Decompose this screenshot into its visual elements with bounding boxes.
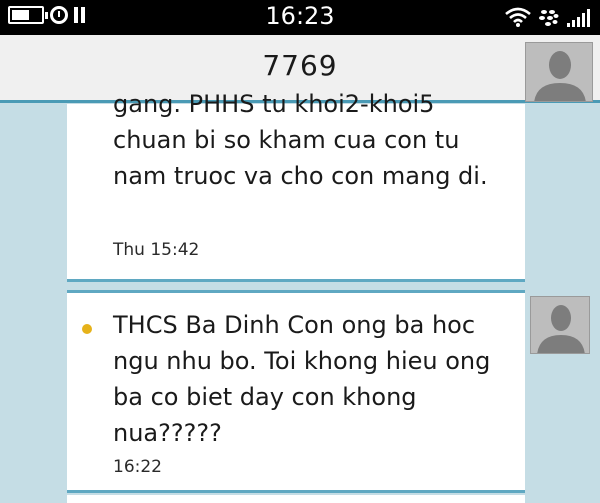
- message-time: 16:22: [113, 457, 162, 477]
- message-text: gang. PHHS tu khoi2-khoi5 chuan bi so kh…: [113, 90, 488, 190]
- message-text: THCS Ba Dinh Con ong ba hoc ngu nhu bo. …: [113, 311, 491, 447]
- signal-icon: [567, 9, 590, 27]
- blackberry-icon: [539, 10, 559, 26]
- wifi-icon: [505, 7, 531, 27]
- unread-indicator: [82, 324, 92, 334]
- status-right-icons: [505, 7, 590, 27]
- message-bubble[interactable]: gang. PHHS tu khoi2-khoi5 chuan bi so kh…: [67, 90, 525, 282]
- message-time: Thu 15:42: [113, 240, 200, 260]
- message-bubble[interactable]: THCS Ba Dinh Con ong ba hoc ngu nhu bo. …: [67, 290, 525, 493]
- status-bar: 16:23: [0, 0, 600, 35]
- contact-title: 7769: [262, 49, 338, 82]
- contact-silhouette-icon: [534, 51, 586, 101]
- sender-avatar[interactable]: [530, 296, 590, 354]
- next-message-edge: [67, 495, 525, 503]
- contact-avatar[interactable]: [525, 42, 593, 102]
- contact-silhouette-icon: [537, 305, 585, 353]
